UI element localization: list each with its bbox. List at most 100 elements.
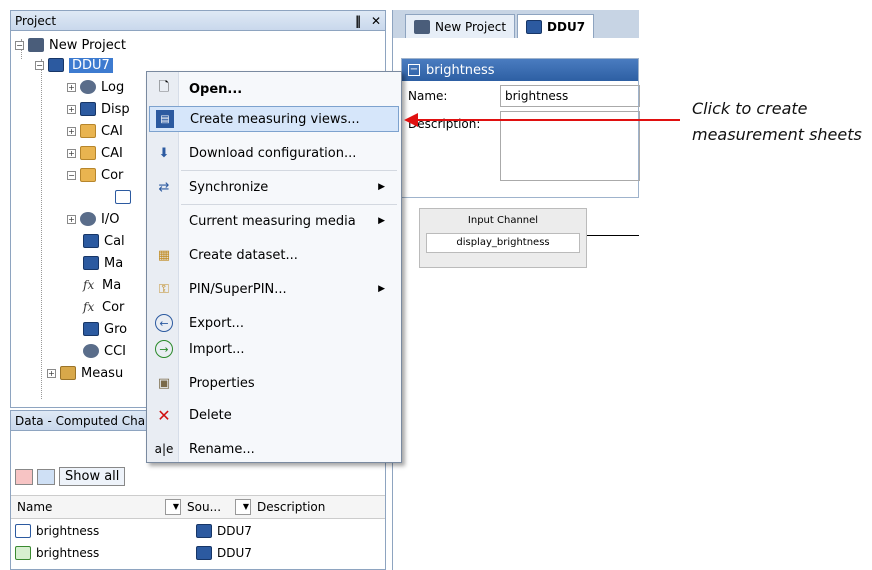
tree-item-cci[interactable]: CCI (83, 341, 126, 361)
row-name: brightness (36, 524, 100, 538)
menu-item-delete[interactable]: ✕ Delete (149, 402, 399, 428)
menu-item-open[interactable]: 🗋 Open... (149, 76, 399, 102)
menu-item-create-dataset[interactable]: ▦ Create dataset... (149, 242, 399, 268)
submenu-arrow-icon: ▶ (378, 284, 385, 294)
show-all-button[interactable]: Show all (59, 467, 126, 486)
project-panel-header: Project ‖ ✕ (11, 11, 385, 31)
export-icon: ← (155, 314, 173, 332)
project-icon (28, 38, 44, 52)
measuring-view-icon: ▤ (156, 110, 174, 128)
menu-item-download-configuration[interactable]: ⬇ Download configuration... (149, 140, 399, 166)
tab-label: DDU7 (547, 19, 586, 34)
annotation-line-1: Click to create (692, 99, 808, 118)
properties-icon: ▣ (157, 375, 171, 391)
submenu-arrow-icon: ▶ (378, 182, 385, 192)
expand-icon[interactable]: + (67, 82, 76, 92)
io-icon (80, 212, 96, 226)
menu-item-synchronize[interactable]: ⇄ Synchronize ▶ (149, 174, 399, 200)
tree-item-label: DDU7 (69, 57, 113, 73)
column-name[interactable]: Name (11, 500, 161, 514)
menu-item-label: Open... (189, 81, 243, 97)
tree-item-log[interactable]: + Log (67, 77, 124, 97)
expand-icon[interactable]: + (67, 126, 76, 136)
input-channel-value[interactable]: display_brightness (426, 233, 580, 253)
menu-item-export[interactable]: ← Export... (149, 310, 399, 336)
data-toolbar: Show all (15, 467, 126, 486)
group-icon (83, 322, 99, 336)
collapse-icon[interactable]: − (35, 60, 44, 70)
folder-icon (80, 124, 96, 138)
menu-item-label: Import... (189, 341, 245, 357)
annotation-arrow (404, 113, 680, 127)
menu-item-create-measuring-views[interactable]: ▤ Create measuring views... (149, 106, 399, 132)
tree-item-io[interactable]: + I/O (67, 209, 119, 229)
tree-item-label: Measu (81, 365, 124, 381)
menu-item-label: Export... (189, 315, 244, 331)
tree-item-label: I/O (101, 211, 120, 227)
display-icon (80, 102, 96, 116)
close-icon[interactable]: ✕ (367, 14, 385, 28)
tree-item-cal[interactable]: Cal (83, 231, 125, 251)
filter-dropdown-icon[interactable]: ▼ (235, 499, 251, 515)
logger-icon (80, 80, 96, 94)
tree-item-computed[interactable]: − Cor (67, 165, 123, 185)
chart-icon[interactable] (15, 468, 33, 485)
tab-ddu7[interactable]: DDU7 (517, 14, 595, 38)
menu-item-rename[interactable]: a|e Rename... (149, 436, 399, 462)
project-tree: − New Project − DDU7 + Log + Disp + CAI … (11, 31, 385, 399)
expand-icon[interactable]: + (67, 214, 76, 224)
tree-item-ma-2[interactable]: fx Ma (83, 275, 121, 295)
tree-item-can-1[interactable]: + CAI (67, 121, 123, 141)
collapse-icon[interactable]: − (67, 170, 76, 180)
tree-item-can-2[interactable]: + CAI (67, 143, 123, 163)
collapse-icon[interactable]: − (15, 40, 24, 50)
menu-item-label: Download configuration... (189, 145, 357, 161)
name-label: Name: (408, 89, 448, 103)
device-icon (48, 58, 64, 72)
table-row[interactable]: brightness DDU7 (11, 543, 385, 563)
device-icon (196, 524, 212, 538)
input-channel-block[interactable]: Input Channel display_brightness (419, 208, 587, 268)
tree-item-brightness[interactable] (115, 187, 136, 207)
menu-item-properties[interactable]: ▣ Properties (149, 370, 399, 396)
tree-item-ddu7[interactable]: − DDU7 (35, 55, 113, 75)
tree-item-label: Disp (101, 101, 130, 117)
expand-icon[interactable]: + (47, 368, 56, 378)
connector-line (587, 235, 639, 236)
tree-item-measu[interactable]: + Measu (47, 363, 123, 383)
column-description[interactable]: Description (251, 500, 325, 514)
annotation-text: Click to create measurement sheets (692, 96, 862, 148)
annotation-line-2: measurement sheets (692, 125, 862, 144)
calculator-icon (83, 234, 99, 248)
tree-item-cor[interactable]: fx Cor (83, 297, 124, 317)
tree-item-new-project[interactable]: − New Project (15, 35, 126, 55)
section-title: brightness (426, 62, 495, 78)
row-source: DDU7 (217, 524, 252, 538)
trend-icon[interactable] (37, 468, 55, 485)
pin-icon[interactable]: ‖ (349, 14, 367, 28)
expand-icon[interactable]: + (67, 104, 76, 114)
table-row[interactable]: brightness DDU7 (11, 521, 385, 541)
folder-icon (80, 146, 96, 160)
expand-icon[interactable]: + (67, 148, 76, 158)
menu-item-pin-superpin[interactable]: ⚿ PIN/SuperPIN... ▶ (149, 276, 399, 302)
menu-item-label: Current measuring media (189, 213, 356, 229)
cci-icon (83, 344, 99, 358)
section-header[interactable]: − brightness (402, 59, 638, 81)
menu-item-import[interactable]: → Import... (149, 336, 399, 362)
download-icon: ⬇ (158, 145, 170, 161)
menu-item-label: Synchronize (189, 179, 269, 195)
menu-item-current-measuring-media[interactable]: Current measuring media ▶ (149, 208, 399, 234)
tab-new-project[interactable]: New Project (405, 14, 516, 38)
column-source[interactable]: Sou... (181, 500, 231, 514)
tree-item-ma-1[interactable]: Ma (83, 253, 123, 273)
name-field[interactable]: brightness (500, 85, 640, 107)
filter-dropdown-icon[interactable]: ▼ (165, 499, 181, 515)
menu-separator (181, 170, 397, 171)
tree-item-label: Ma (104, 255, 124, 271)
dataset-icon: ▦ (157, 247, 171, 263)
tree-item-disp[interactable]: + Disp (67, 99, 130, 119)
tree-item-gro[interactable]: Gro (83, 319, 127, 339)
function-icon: fx (83, 278, 95, 292)
collapse-icon[interactable]: − (408, 64, 420, 76)
